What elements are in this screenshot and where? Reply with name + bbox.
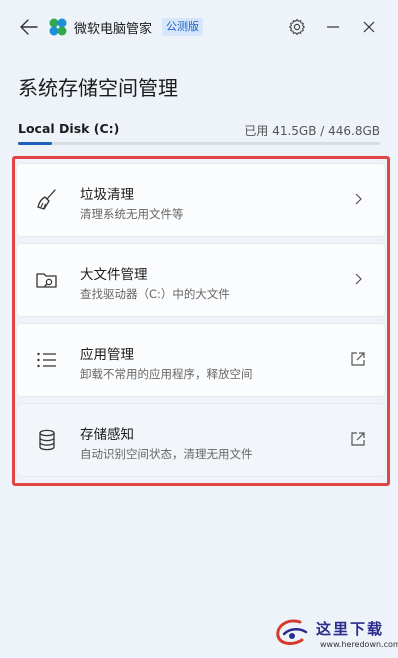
broom-icon bbox=[35, 188, 59, 212]
watermark-text: 这里下载 bbox=[316, 620, 385, 638]
card-subtitle: 清理系统无用文件等 bbox=[80, 207, 184, 221]
disk-tab[interactable]: Local Disk (C:) 已用 41.5GB / 446.8GB bbox=[18, 121, 380, 151]
card-junk-cleanup[interactable]: 垃圾清理 清理系统无用文件等 bbox=[17, 164, 385, 236]
gear-icon[interactable] bbox=[286, 16, 308, 38]
chevron-right-icon[interactable] bbox=[349, 190, 367, 208]
title-bar: 微软电脑管家 公测版 bbox=[0, 0, 398, 54]
close-icon[interactable] bbox=[358, 16, 380, 38]
page-title: 系统存储空间管理 bbox=[18, 76, 178, 100]
card-subtitle: 自动识别空间状态，清理无用文件 bbox=[80, 447, 253, 461]
card-subtitle: 卸载不常用的应用程序，释放空间 bbox=[80, 367, 253, 381]
card-storage-sense[interactable]: 存储感知 自动识别空间状态，清理无用文件 bbox=[17, 404, 385, 476]
folder-search-icon bbox=[35, 268, 59, 292]
chevron-right-icon[interactable] bbox=[349, 270, 367, 288]
disk-usage-fill bbox=[18, 142, 52, 145]
watermark-url: www.heredown.com bbox=[320, 640, 398, 649]
app-logo-icon bbox=[48, 17, 68, 37]
disk-usage: 已用 41.5GB / 446.8GB bbox=[244, 124, 380, 138]
app-name: 微软电脑管家 bbox=[74, 22, 153, 37]
disk-usage-track bbox=[18, 142, 380, 145]
minimize-icon[interactable] bbox=[322, 16, 344, 38]
beta-badge: 公测版 bbox=[162, 18, 203, 36]
card-subtitle: 查找驱动器（C:）中的大文件 bbox=[80, 287, 230, 301]
back-arrow-icon[interactable] bbox=[18, 16, 40, 38]
external-link-icon[interactable] bbox=[349, 350, 367, 368]
list-icon bbox=[35, 348, 59, 372]
card-title: 大文件管理 bbox=[80, 267, 148, 283]
card-large-file-management[interactable]: 大文件管理 查找驱动器（C:）中的大文件 bbox=[17, 244, 385, 316]
database-icon bbox=[35, 428, 59, 452]
card-title: 应用管理 bbox=[80, 347, 134, 363]
card-app-management[interactable]: 应用管理 卸载不常用的应用程序，释放空间 bbox=[17, 324, 385, 396]
external-link-icon[interactable] bbox=[349, 430, 367, 448]
watermark-logo-icon bbox=[276, 619, 308, 645]
card-title: 存储感知 bbox=[80, 427, 134, 443]
watermark: 这里下载 www.heredown.com bbox=[270, 616, 398, 656]
disk-name: Local Disk (C:) bbox=[18, 121, 120, 136]
card-title: 垃圾清理 bbox=[80, 187, 134, 203]
